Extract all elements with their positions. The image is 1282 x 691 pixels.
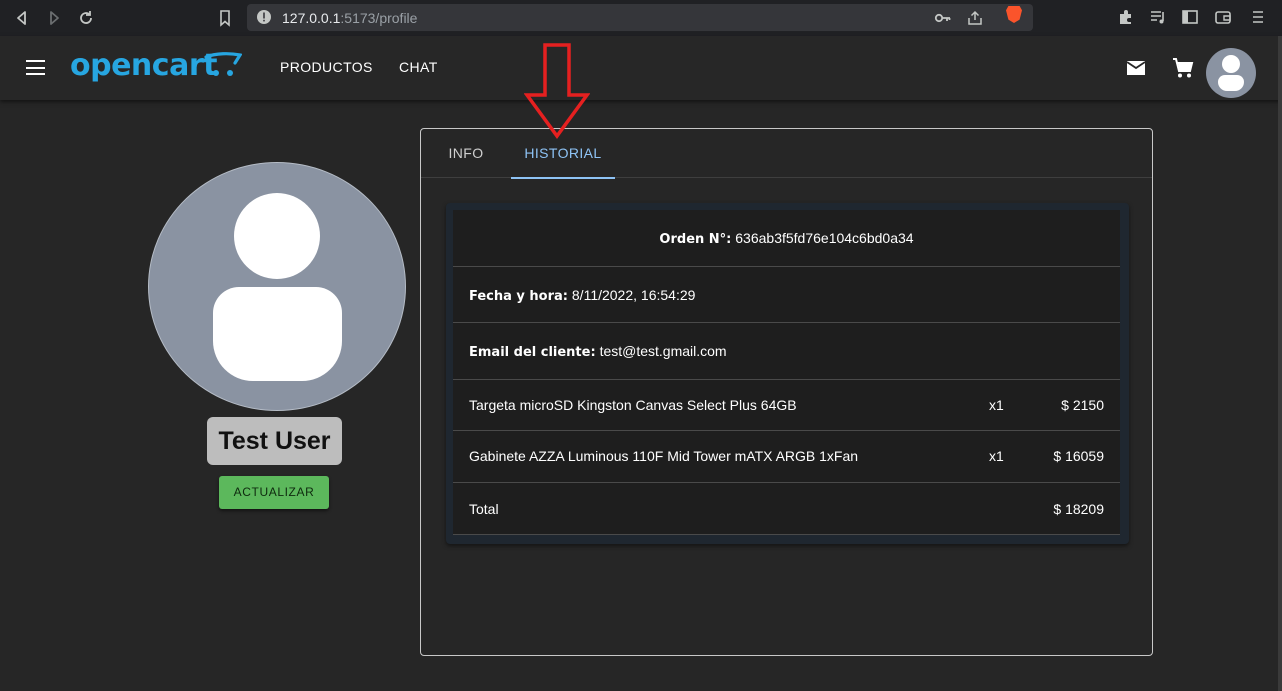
logo-cart-icon bbox=[204, 52, 242, 76]
order-email-row: Email del cliente: test@test.gmail.com bbox=[453, 323, 1120, 380]
profile-card: INFO HISTORIAL Orden N°: 636ab3f5fd76e10… bbox=[420, 128, 1153, 656]
order-date-row: Fecha y hora: 8/11/2022, 16:54:29 bbox=[453, 267, 1120, 323]
order-id-row: Orden N°: 636ab3f5fd76e104c6bd0a34 bbox=[453, 210, 1120, 267]
sidebar-icon[interactable] bbox=[1180, 8, 1200, 28]
item-price: $ 2150 bbox=[1061, 397, 1104, 413]
back-icon[interactable] bbox=[12, 8, 32, 28]
order-id-value: 636ab3f5fd76e104c6bd0a34 bbox=[735, 230, 914, 246]
order-item-row: Gabinete AZZA Luminous 110F Mid Tower mA… bbox=[453, 431, 1120, 483]
mail-icon[interactable] bbox=[1124, 56, 1148, 80]
user-avatar[interactable] bbox=[1206, 48, 1256, 98]
nav-productos[interactable]: PRODUCTOS bbox=[280, 59, 373, 75]
profile-user-name: Test User bbox=[207, 417, 342, 465]
order-card: Orden N°: 636ab3f5fd76e104c6bd0a34 Fecha… bbox=[446, 203, 1129, 544]
browser-toolbar: 127.0.0.1:5173/profile bbox=[0, 0, 1282, 36]
email-value: test@test.gmail.com bbox=[599, 343, 727, 359]
date-label: Fecha y hora: bbox=[469, 289, 568, 304]
item-name: Gabinete AZZA Luminous 110F Mid Tower mA… bbox=[469, 448, 859, 464]
total-label: Total bbox=[469, 501, 499, 517]
order-item-row: Targeta microSD Kingston Canvas Select P… bbox=[453, 380, 1120, 431]
item-name: Targeta microSD Kingston Canvas Select P… bbox=[469, 397, 797, 413]
order-id-label: Orden N°: bbox=[659, 232, 732, 247]
extensions-icon[interactable] bbox=[1116, 8, 1136, 28]
media-icon[interactable] bbox=[1148, 8, 1168, 28]
site-info-icon[interactable] bbox=[255, 9, 273, 27]
address-bar[interactable]: 127.0.0.1:5173/profile bbox=[247, 4, 1033, 31]
email-label: Email del cliente: bbox=[469, 345, 596, 360]
scrollbar[interactable] bbox=[1278, 36, 1282, 691]
annotation-arrow-icon bbox=[524, 43, 590, 139]
shopping-cart-icon[interactable] bbox=[1171, 56, 1195, 80]
total-value: $ 18209 bbox=[1053, 501, 1104, 517]
url-text: 127.0.0.1:5173/profile bbox=[282, 10, 417, 26]
url-path: :5173/profile bbox=[340, 10, 418, 26]
key-icon[interactable] bbox=[934, 9, 952, 27]
tab-info[interactable]: INFO bbox=[435, 129, 497, 178]
bookmark-icon[interactable] bbox=[215, 8, 235, 28]
profile-avatar bbox=[148, 162, 406, 411]
date-value: 8/11/2022, 16:54:29 bbox=[571, 287, 696, 303]
reload-icon[interactable] bbox=[76, 8, 96, 28]
wallet-icon[interactable] bbox=[1213, 8, 1233, 28]
share-icon[interactable] bbox=[966, 9, 984, 27]
hamburger-menu-icon[interactable] bbox=[26, 60, 45, 75]
item-qty: x1 bbox=[989, 397, 1004, 413]
order-table: Orden N°: 636ab3f5fd76e104c6bd0a34 Fecha… bbox=[453, 210, 1120, 535]
app-header: opencart PRODUCTOS CHAT bbox=[0, 36, 1282, 100]
forward-icon[interactable] bbox=[44, 8, 64, 28]
menu-icon[interactable] bbox=[1248, 8, 1268, 28]
item-qty: x1 bbox=[989, 448, 1004, 464]
opencart-logo[interactable]: opencart bbox=[70, 48, 217, 83]
url-host: 127.0.0.1 bbox=[282, 10, 341, 26]
item-price: $ 16059 bbox=[1053, 448, 1104, 464]
update-button[interactable]: ACTUALIZAR bbox=[219, 476, 329, 509]
order-total-row: Total $ 18209 bbox=[453, 483, 1120, 535]
nav-chat[interactable]: CHAT bbox=[399, 59, 438, 75]
